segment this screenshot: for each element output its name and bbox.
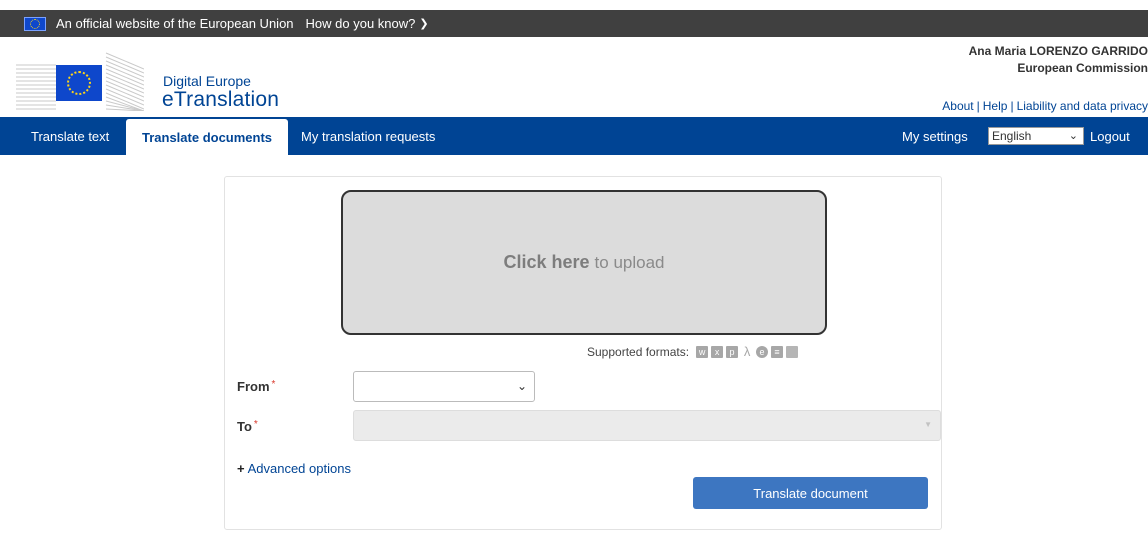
chevron-down-icon: ⌄ xyxy=(1068,130,1078,142)
advanced-options-link[interactable]: + Advanced options xyxy=(237,461,351,476)
word-icon: w xyxy=(696,346,709,358)
upload-click-here: Click here xyxy=(503,252,590,272)
required-marker: * xyxy=(271,379,276,390)
eu-stars-icon xyxy=(56,65,102,101)
to-label: To * xyxy=(237,419,258,434)
to-language-select[interactable]: ▼ xyxy=(353,410,941,441)
supported-formats: Supported formats: w x p λ e ≡ xyxy=(587,344,799,359)
file-icon xyxy=(786,346,799,358)
upload-to-upload: to upload xyxy=(594,252,665,272)
about-link[interactable]: About xyxy=(942,99,973,113)
eu-official-bar: An official website of the European Unio… xyxy=(0,10,1148,37)
chevron-down-icon: ⌄ xyxy=(516,379,527,393)
help-link[interactable]: Help xyxy=(983,99,1008,113)
how-do-you-know-toggle[interactable]: How do you know? ❯ xyxy=(306,16,429,31)
site-header: Digital Europe eTranslation Ana Maria LO… xyxy=(0,37,1148,117)
html-icon: e xyxy=(756,346,769,358)
from-label: From * xyxy=(237,379,275,394)
format-icons: w x p λ e ≡ xyxy=(693,344,799,359)
supported-formats-label: Supported formats: xyxy=(587,345,690,359)
main-navigation: Translate text Translate documents My tr… xyxy=(0,117,1148,155)
chevron-down-icon: ❯ xyxy=(419,18,429,30)
language-selected-value: English xyxy=(992,129,1032,143)
tab-my-translation-requests[interactable]: My translation requests xyxy=(301,117,435,155)
powerpoint-icon: p xyxy=(726,346,739,358)
pdf-icon: λ xyxy=(743,344,751,359)
tab-translate-documents[interactable]: Translate documents xyxy=(126,119,289,155)
upload-dropzone[interactable]: Click here to upload xyxy=(341,190,827,335)
header-links: About | Help | Liability and data privacy xyxy=(942,99,1148,113)
from-label-text: From xyxy=(237,379,270,394)
logout-link[interactable]: Logout xyxy=(1090,117,1130,157)
liability-link[interactable]: Liability and data privacy xyxy=(1017,99,1148,113)
advanced-options-label: Advanced options xyxy=(247,461,351,476)
caret-down-icon: ▼ xyxy=(924,420,932,429)
text-icon: ≡ xyxy=(771,346,784,358)
to-label-text: To xyxy=(237,419,252,434)
brand-subtitle: Digital Europe xyxy=(163,73,251,89)
eu-flag-icon xyxy=(24,16,46,31)
eu-official-text: An official website of the European Unio… xyxy=(56,16,294,31)
language-select[interactable]: English ⌄ xyxy=(988,127,1084,145)
plus-icon: + xyxy=(237,461,245,476)
user-name: Ana Maria LORENZO GARRIDO xyxy=(968,44,1148,58)
user-organisation: European Commission xyxy=(1017,61,1148,75)
translate-document-button[interactable]: Translate document xyxy=(693,477,928,509)
top-strip xyxy=(0,0,1148,10)
from-language-select[interactable]: ⌄ xyxy=(353,371,535,402)
brand-title[interactable]: eTranslation xyxy=(162,88,279,112)
link-separator: | xyxy=(1010,99,1014,113)
translate-document-panel: Click here to upload Supported formats: … xyxy=(224,176,942,530)
how-do-you-know-label: How do you know? xyxy=(305,16,416,31)
required-marker: * xyxy=(253,419,258,430)
european-commission-logo[interactable] xyxy=(16,43,148,111)
tab-translate-text[interactable]: Translate text xyxy=(31,117,109,155)
excel-icon: x xyxy=(711,346,724,358)
my-settings-link[interactable]: My settings xyxy=(902,117,968,157)
link-separator: | xyxy=(976,99,980,113)
